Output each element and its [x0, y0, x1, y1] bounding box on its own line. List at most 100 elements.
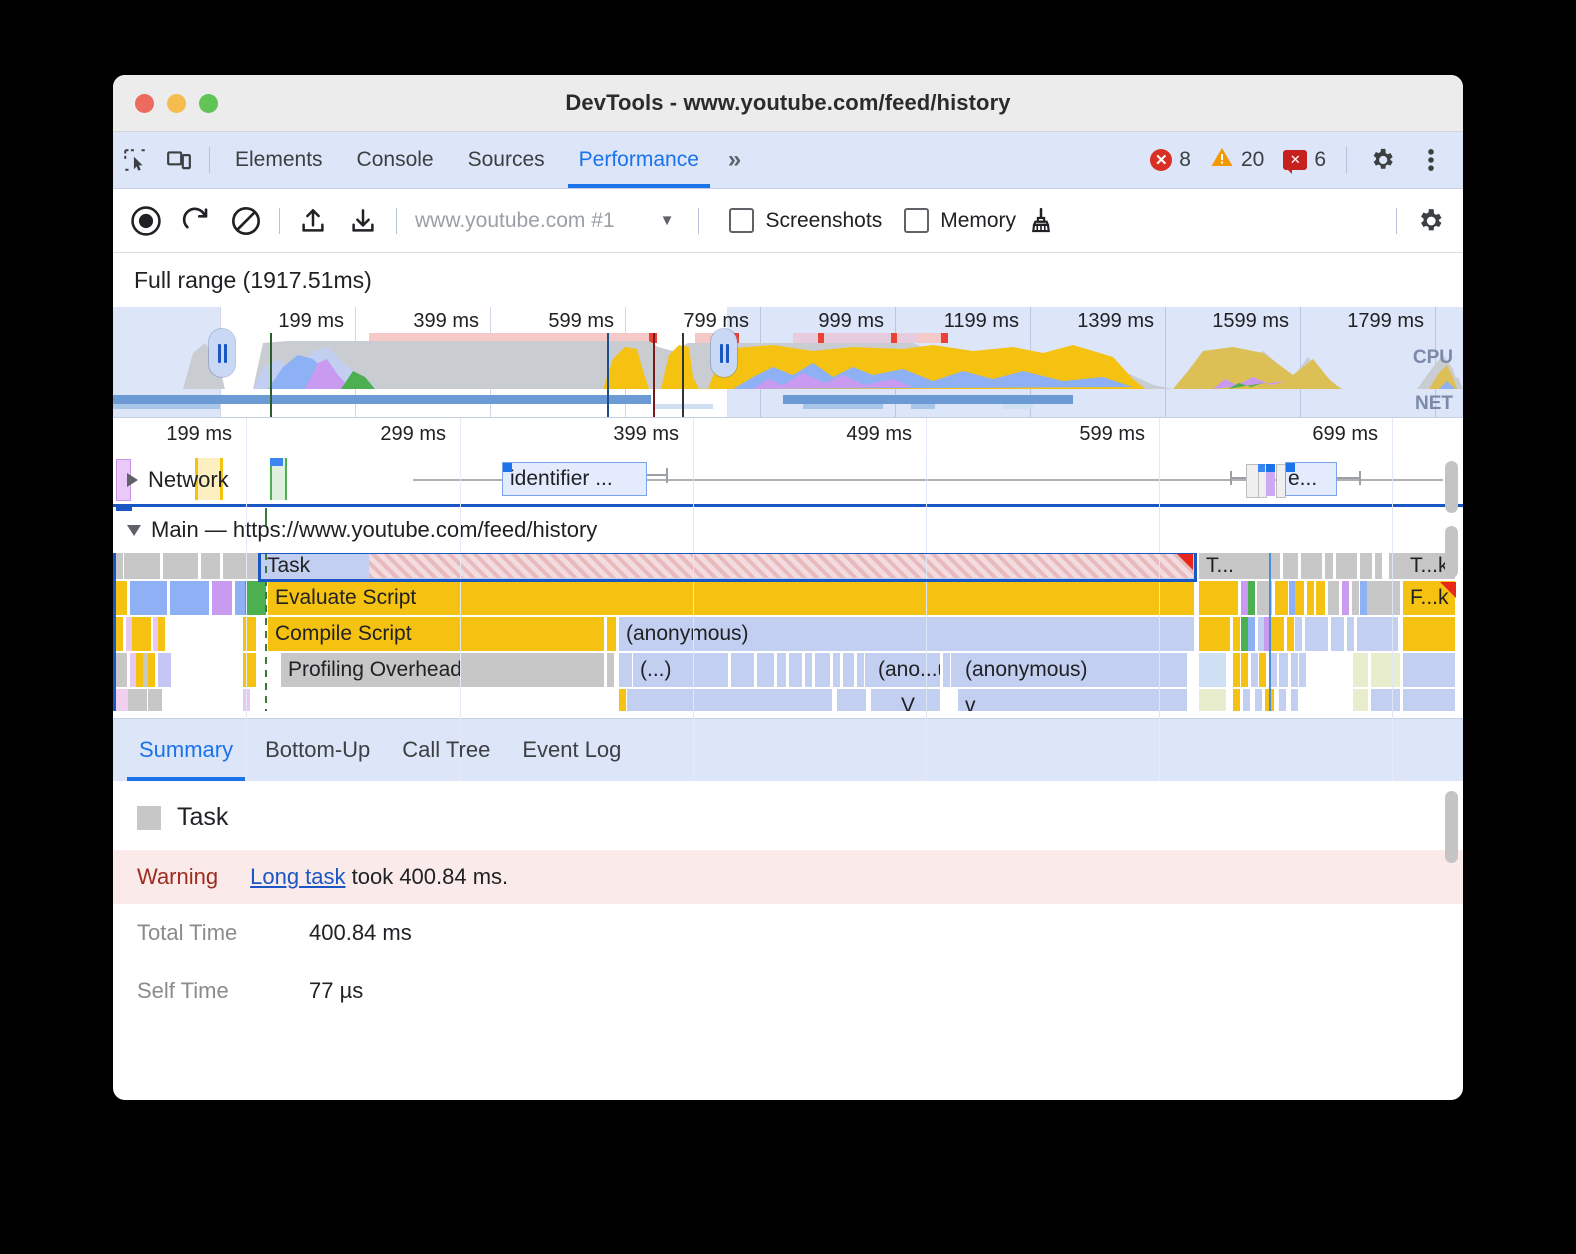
selected-event-outline — [258, 553, 1197, 582]
checkbox-box — [729, 208, 754, 233]
overview-tick: 1799 ms — [1347, 310, 1431, 333]
warning-counter[interactable]: 20 — [1203, 146, 1271, 174]
more-vertical-icon[interactable] — [1409, 138, 1453, 182]
warning-triangle-icon-2 — [1440, 582, 1456, 598]
warning-rest: took 400.84 ms. — [346, 864, 509, 889]
tab-elements[interactable]: Elements — [218, 132, 340, 188]
tracks-scrollbar-top[interactable] — [1445, 461, 1458, 513]
dcl-marker-line — [1269, 553, 1271, 711]
screenshots-checkbox[interactable]: Screenshots — [729, 208, 882, 233]
window-titlebar: DevTools - www.youtube.com/feed/history — [113, 75, 1463, 132]
flame-bar-compile-script[interactable]: Compile Script — [268, 617, 605, 651]
cpu-lane-label: CPU — [1413, 347, 1453, 369]
ruler-tick: 699 ms — [1312, 423, 1387, 446]
capture-settings-gear-icon[interactable] — [1405, 196, 1455, 246]
network-track-label: Network — [148, 467, 229, 493]
gear-icon[interactable] — [1360, 138, 1404, 182]
ruler-tick: 399 ms — [613, 423, 688, 446]
ruler-tick: 599 ms — [1079, 423, 1154, 446]
error-icon: ✕ — [1150, 149, 1172, 171]
summary-event-header: Task — [113, 781, 1463, 850]
broom-icon[interactable] — [1016, 196, 1066, 246]
memory-label: Memory — [940, 209, 1016, 233]
overview-tick: 599 ms — [548, 310, 621, 333]
warning-text: Long task took 400.84 ms. — [250, 864, 508, 890]
chevron-down-icon: ▼ — [660, 212, 675, 229]
main-track-edge — [113, 553, 116, 711]
message-count: 6 — [1314, 148, 1326, 172]
summary-row-self-time: Self Time 77 µs — [113, 962, 1463, 1020]
controls-divider-4 — [1396, 208, 1397, 234]
net-lane-label: NET — [1415, 393, 1453, 415]
tab-event-log[interactable]: Event Log — [506, 719, 637, 781]
overview-right-handle[interactable] — [711, 329, 737, 377]
summary-warning-row: Warning Long task took 400.84 ms. — [113, 850, 1463, 904]
counters-divider — [1346, 147, 1347, 173]
checkbox-box — [904, 208, 929, 233]
overview-tick: 199 ms — [278, 310, 351, 333]
flame-chart[interactable]: Task T... T...k — [113, 553, 1463, 711]
overview-left-handle[interactable] — [209, 329, 235, 377]
memory-checkbox[interactable]: Memory — [904, 208, 1016, 233]
flame-bar-anonymous-2[interactable]: (ano...us) — [871, 653, 941, 687]
error-counter[interactable]: ✕ 8 — [1143, 148, 1198, 172]
profile-select-value: www.youtube.com #1 — [415, 209, 615, 233]
summary-row-total-time: Total Time 400.84 ms — [113, 904, 1463, 962]
profile-select[interactable]: www.youtube.com #1 ▼ — [415, 209, 674, 233]
flame-bar-evaluate-script[interactable]: Evaluate Script — [268, 581, 1195, 615]
flame-bar-v-lower[interactable]: v — [958, 689, 1188, 711]
network-track[interactable]: Network identifier ... e... — [113, 456, 1463, 504]
tracks-scrollbar[interactable] — [1445, 526, 1458, 578]
network-request-chip[interactable]: identifier ... — [502, 462, 647, 496]
total-time-value: 400.84 ms — [309, 920, 412, 946]
tab-sources[interactable]: Sources — [451, 132, 562, 188]
more-tabs-icon[interactable]: » — [716, 146, 750, 174]
window-title: DevTools - www.youtube.com/feed/history — [113, 90, 1463, 116]
warning-label: Warning — [137, 864, 218, 890]
tab-bottom-up[interactable]: Bottom-Up — [249, 719, 386, 781]
ruler-tick: 199 ms — [166, 423, 241, 446]
timeline-tracks: Network identifier ... e... Main — https… — [113, 456, 1463, 718]
download-profile-icon[interactable] — [338, 196, 388, 246]
details-scrollbar[interactable] — [1445, 791, 1458, 863]
overview-tick: 999 ms — [818, 310, 891, 333]
main-track-title[interactable]: Main — https://www.youtube.com/feed/hist… — [113, 504, 1463, 553]
ruler-tick: 499 ms — [846, 423, 921, 446]
flame-bar-anonymous[interactable]: (anonymous) — [619, 617, 1195, 651]
network-track-title[interactable]: Network — [113, 467, 229, 493]
screenshots-label: Screenshots — [765, 209, 882, 233]
message-counter[interactable]: ✕ 6 — [1276, 148, 1333, 172]
chevron-right-icon[interactable] — [127, 473, 138, 487]
upload-profile-icon[interactable] — [288, 196, 338, 246]
tab-performance[interactable]: Performance — [562, 132, 716, 188]
full-range-label: Full range (1917.51ms) — [113, 253, 1463, 307]
flame-bar-anonymous-3[interactable]: (anonymous) — [958, 653, 1188, 687]
network-request-chip-2[interactable]: e... — [1285, 462, 1337, 496]
long-task-link[interactable]: Long task — [250, 864, 345, 889]
details-tabbar: Summary Bottom-Up Call Tree Event Log — [113, 718, 1463, 781]
self-time-label: Self Time — [137, 978, 287, 1004]
flame-bar-profiling-overhead[interactable]: Profiling Overhead — [281, 653, 605, 687]
flame-bar-ellipsis[interactable]: (...) — [633, 653, 729, 687]
error-count: 8 — [1179, 148, 1191, 172]
tab-console[interactable]: Console — [340, 132, 451, 188]
summary-details-pane: Task Warning Long task took 400.84 ms. T… — [113, 781, 1463, 1020]
chevron-down-icon[interactable] — [127, 525, 141, 536]
device-toolbar-icon[interactable] — [157, 138, 201, 182]
overview-tick: 1399 ms — [1077, 310, 1161, 333]
overview-tick: 1199 ms — [944, 310, 1026, 333]
flame-bar-v-upper[interactable]: V — [871, 689, 941, 711]
tab-call-tree[interactable]: Call Tree — [386, 719, 506, 781]
reload-record-icon[interactable] — [171, 196, 221, 246]
controls-divider-1 — [279, 208, 280, 234]
tab-summary[interactable]: Summary — [123, 719, 249, 781]
event-color-swatch — [137, 806, 161, 830]
warning-icon — [1210, 146, 1234, 174]
performance-toolbar: www.youtube.com #1 ▼ Screenshots Memory — [113, 189, 1463, 253]
warning-count: 20 — [1241, 148, 1264, 172]
overview-minimap[interactable]: 199 ms 399 ms 599 ms 799 ms 999 ms 1199 … — [113, 307, 1463, 417]
inspect-element-icon[interactable] — [113, 138, 157, 182]
overview-tick: 399 ms — [413, 310, 486, 333]
record-icon[interactable] — [121, 196, 171, 246]
clear-icon[interactable] — [221, 196, 271, 246]
